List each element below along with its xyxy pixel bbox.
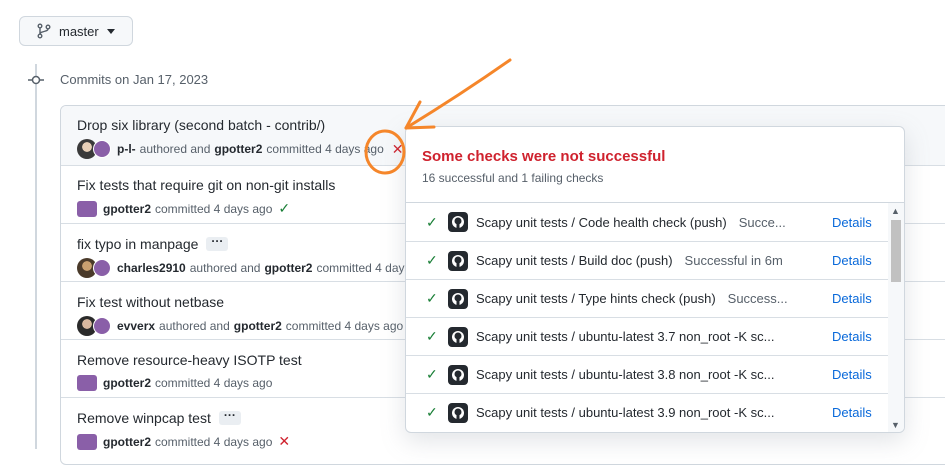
commit-author[interactable]: gpotter2 <box>103 435 151 449</box>
commit-meta: p-l- authored and gpotter2 committed 4 d… <box>77 139 404 159</box>
commit-title[interactable]: Fix test without netbase <box>77 294 224 310</box>
commit-author[interactable]: gpotter2 <box>103 376 151 390</box>
checks-popover-subtitle: 16 successful and 1 failing checks <box>422 171 604 185</box>
check-name: Scapy unit tests / ubuntu-latest 3.7 non… <box>476 329 775 344</box>
check-details-link[interactable]: Details <box>832 291 872 306</box>
chevron-up-icon[interactable]: ▲ <box>891 206 900 216</box>
chevron-down-icon <box>106 28 115 34</box>
scrollbar-thumb[interactable] <box>891 220 901 282</box>
check-details-link[interactable]: Details <box>832 405 872 420</box>
avatar[interactable] <box>93 317 111 335</box>
commit-meta: evverx authored and gpotter2 committed 4… <box>77 316 403 336</box>
expand-message-button[interactable]: ··· <box>206 235 229 251</box>
expand-message-button[interactable]: ··· <box>218 409 241 425</box>
check-name: Scapy unit tests / Code health check (pu… <box>476 214 786 230</box>
commit-author[interactable]: evverx <box>117 319 155 333</box>
github-icon <box>448 250 468 271</box>
github-icon <box>448 212 468 232</box>
commit-meta: charles2910 authored and gpotter2 commit… <box>77 258 421 278</box>
git-commit-icon <box>28 75 44 85</box>
avatar[interactable] <box>77 200 97 217</box>
check-details-link[interactable]: Details <box>832 253 872 268</box>
github-icon <box>448 326 468 347</box>
commits-date-heading: Commits on Jan 17, 2023 <box>60 72 209 87</box>
branch-name: master <box>59 23 99 39</box>
github-icon <box>448 364 468 385</box>
check-row: ✓ Scapy unit tests / ubuntu-latest 3.9 n… <box>406 393 888 431</box>
avatar[interactable] <box>77 375 97 391</box>
git-branch-icon <box>37 23 51 39</box>
commit-meta: gpotter2 committed 4 days ago ✕ <box>77 433 290 450</box>
avatar[interactable] <box>93 259 111 277</box>
checks-popover-title: Some checks were not successful <box>422 148 666 165</box>
check-name: Scapy unit tests / Type hints check (pus… <box>476 291 788 306</box>
check-success-icon: ✓ <box>426 290 438 306</box>
github-icon <box>448 402 468 423</box>
check-row: ✓ Scapy unit tests / Code health check (… <box>406 203 888 241</box>
commit-committer[interactable]: gpotter2 <box>234 319 282 333</box>
github-icon <box>448 288 468 309</box>
commit-meta: gpotter2 committed 4 days ago <box>77 375 272 391</box>
check-details-link[interactable]: Details <box>832 367 872 382</box>
commit-author[interactable]: p-l- <box>117 142 136 156</box>
check-success-icon: ✓ <box>426 213 438 230</box>
check-row: ✓ Scapy unit tests / ubuntu-latest 3.7 n… <box>406 317 888 355</box>
commit-title[interactable]: Remove winpcap test ··· <box>77 409 241 426</box>
check-success-icon: ✓ <box>426 252 438 268</box>
commit-author[interactable]: gpotter2 <box>103 202 151 216</box>
check-name: Scapy unit tests / Build doc (push) Succe… <box>476 253 783 268</box>
check-failed-icon[interactable]: ✕ <box>278 433 290 450</box>
check-details-link[interactable]: Details <box>832 215 872 230</box>
check-success-icon: ✓ <box>426 366 438 382</box>
check-success-icon: ✓ <box>426 328 438 344</box>
check-row: ✓ Scapy unit tests / ubuntu-latest 3.8 n… <box>406 355 888 393</box>
check-name: Scapy unit tests / ubuntu-latest 3.9 non… <box>476 405 775 420</box>
checks-scrollbar[interactable]: ▲ ▼ <box>888 203 904 432</box>
avatar[interactable] <box>93 140 111 158</box>
check-name: Scapy unit tests / ubuntu-latest 3.8 non… <box>476 367 775 382</box>
commit-title[interactable]: Drop six library (second batch - contrib… <box>77 117 325 133</box>
commit-title[interactable]: Remove resource-heavy ISOTP test <box>77 352 302 368</box>
commit-title[interactable]: fix typo in manpage ··· <box>77 235 229 252</box>
commit-author[interactable]: charles2910 <box>117 261 186 275</box>
chevron-down-icon[interactable]: ▼ <box>891 420 900 430</box>
commit-title[interactable]: Fix tests that require git on non-git in… <box>77 177 335 193</box>
check-row: ✓ Scapy unit tests / Type hints check (p… <box>406 279 888 317</box>
check-failed-icon[interactable]: ✕ <box>392 141 404 158</box>
commit-committer[interactable]: gpotter2 <box>214 142 262 156</box>
avatar[interactable] <box>77 433 97 450</box>
check-success-icon[interactable]: ✓ <box>278 200 290 217</box>
check-row: ✓ Scapy unit tests / Build doc (push) Suc… <box>406 241 888 279</box>
check-success-icon: ✓ <box>426 404 438 420</box>
commit-committer[interactable]: gpotter2 <box>264 261 312 275</box>
checks-popover: Some checks were not successful 16 succe… <box>405 126 905 433</box>
timeline-line <box>35 64 37 449</box>
commit-meta: gpotter2 committed 4 days ago ✓ <box>77 200 290 217</box>
branch-selector-button[interactable]: master <box>19 16 133 46</box>
check-details-link[interactable]: Details <box>832 329 872 344</box>
